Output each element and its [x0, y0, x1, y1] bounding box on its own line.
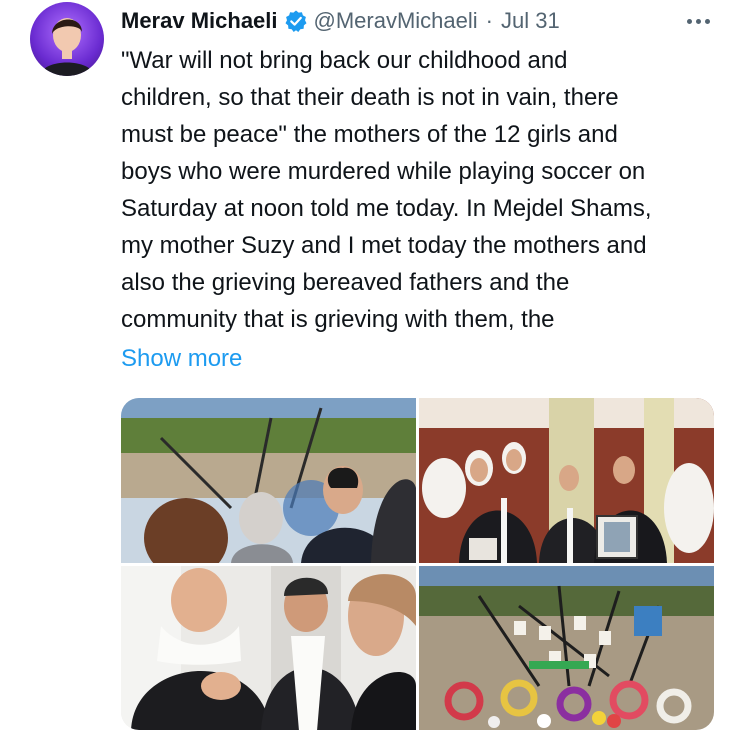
memorial-site-photo[interactable] [121, 398, 416, 563]
author-name[interactable]: Merav Michaeli [121, 6, 278, 36]
media-grid [121, 398, 714, 730]
avatar-portrait [40, 18, 94, 76]
menu-dot [695, 18, 701, 24]
memorial-flowers-photo[interactable] [419, 566, 714, 730]
show-more-link[interactable]: Show more [121, 340, 242, 377]
tweet-date[interactable]: Jul 31 [501, 6, 560, 36]
tweet[interactable]: Merav Michaeli @MeravMichaeli · Jul 31 "… [0, 0, 746, 750]
tweet-text: "War will not bring back our childhood a… [121, 47, 652, 333]
header-separator: · [485, 8, 493, 33]
author-avatar[interactable] [30, 2, 104, 76]
author-handle[interactable]: @MeravMichaeli [314, 6, 478, 36]
more-options-icon[interactable] [680, 6, 716, 36]
mothers-gathering-photo[interactable] [419, 398, 714, 563]
tweet-header: Merav Michaeli @MeravMichaeli · Jul 31 [121, 6, 560, 36]
menu-dot [704, 18, 710, 24]
bereaved-fathers-photo[interactable] [121, 566, 416, 730]
verified-badge-icon [284, 9, 308, 33]
menu-dot [686, 18, 692, 24]
